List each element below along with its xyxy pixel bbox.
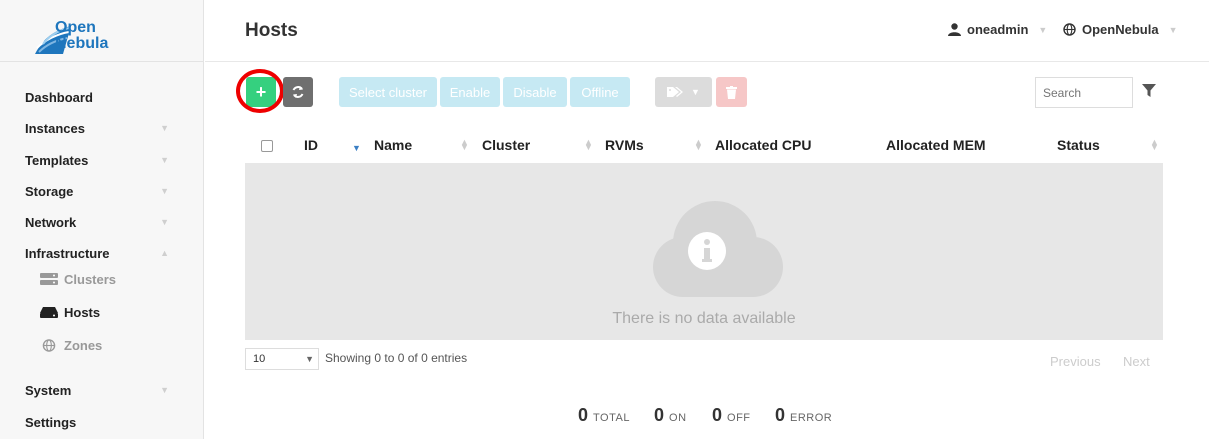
stat-value: 0 [654, 405, 665, 425]
stat-error: 0 ERROR [775, 405, 832, 426]
sort-icon: ▲ ▼ [584, 137, 593, 152]
column-header-name[interactable]: Name [374, 137, 412, 153]
sidebar-item-label: Settings [25, 415, 77, 430]
sidebar-item-templates[interactable]: Templates ▼ [25, 153, 175, 168]
select-cluster-button[interactable]: Select cluster [339, 77, 437, 107]
chevron-down-icon: ▼ [160, 217, 169, 227]
table-empty-state: There is no data available [245, 163, 1163, 340]
chevron-down-icon: ▼ [305, 354, 314, 364]
trash-icon [726, 85, 737, 99]
sidebar-item-hosts[interactable]: Hosts [40, 305, 100, 320]
user-menu[interactable]: oneadmin ▼ [948, 22, 1047, 37]
chevron-down-icon: ▼ [160, 123, 169, 133]
stat-label: ON [669, 412, 687, 424]
search-input[interactable] [1035, 77, 1133, 108]
page-length-select[interactable]: 10 ▼ [245, 348, 319, 370]
sidebar-item-label: Zones [64, 338, 103, 353]
stat-total: 0 TOTAL [578, 405, 630, 426]
offline-button[interactable]: Offline [570, 77, 630, 107]
refresh-icon [292, 86, 304, 98]
page-length-value: 10 [253, 353, 266, 365]
chevron-down-icon: ▼ [160, 155, 169, 165]
column-header-status[interactable]: Status [1057, 137, 1100, 153]
sidebar-item-label: Hosts [64, 305, 101, 320]
column-header-rvms[interactable]: RVMs [605, 137, 644, 153]
sidebar-item-label: Clusters [64, 272, 117, 287]
stat-value: 0 [578, 405, 589, 425]
brand-line-2: Nebula [55, 35, 109, 52]
sidebar-item-label: Infrastructure [25, 246, 110, 261]
sidebar-item-storage[interactable]: Storage ▼ [25, 184, 175, 199]
chevron-down-icon: ▼ [1038, 24, 1048, 35]
sidebar-item-instances[interactable]: Instances ▼ [25, 121, 175, 136]
hdd-icon [40, 307, 58, 318]
filter-icon[interactable] [1142, 84, 1156, 98]
stat-label: ERROR [790, 412, 833, 424]
stat-on: 0 ON [654, 405, 687, 426]
globe-icon [42, 339, 56, 352]
tags-icon [667, 87, 684, 97]
stat-label: OFF [727, 412, 751, 424]
table-info: Showing 0 to 0 of 0 entries [325, 351, 468, 365]
sidebar-item-label: Templates [25, 153, 89, 168]
server-icon [40, 273, 58, 285]
sidebar-item-label: System [25, 383, 72, 398]
chevron-up-icon: ▲ [160, 248, 169, 258]
sidebar-item-clusters[interactable]: Clusters [40, 272, 116, 287]
chevron-down-icon: ▼ [691, 87, 700, 97]
user-name: oneadmin [967, 22, 1029, 37]
sort-desc-icon: ▼ [352, 143, 361, 153]
enable-button[interactable]: Enable [440, 77, 500, 107]
chevron-down-icon: ▼ [160, 385, 169, 395]
sidebar-item-label: Instances [25, 121, 85, 136]
sidebar-item-label: Storage [25, 184, 74, 199]
empty-message: There is no data available [612, 310, 796, 327]
brand-line-1: Open [55, 19, 96, 36]
sidebar-item-system[interactable]: System ▼ [25, 383, 175, 398]
sort-icon: ▲ ▼ [460, 137, 469, 152]
sidebar-item-infrastructure[interactable]: Infrastructure ▲ [25, 246, 175, 261]
select-all-checkbox[interactable] [261, 140, 273, 152]
sidebar-item-label: Dashboard [25, 90, 93, 105]
disable-button[interactable]: Disable [503, 77, 567, 107]
globe-icon [1063, 23, 1076, 36]
page-title: Hosts [245, 20, 298, 41]
delete-button[interactable] [716, 77, 747, 107]
stat-off: 0 OFF [712, 405, 751, 426]
column-header-cluster[interactable]: Cluster [482, 137, 530, 153]
chevron-down-icon: ▼ [1168, 24, 1178, 35]
sidebar-item-label: Network [25, 215, 77, 230]
refresh-button[interactable] [283, 77, 313, 107]
zone-name: OpenNebula [1082, 22, 1159, 37]
column-header-id[interactable]: ID [304, 137, 318, 153]
stat-value: 0 [712, 405, 723, 425]
highlight-ring [236, 69, 284, 113]
sidebar-item-dashboard[interactable]: Dashboard [25, 90, 175, 105]
info-cloud-icon [653, 201, 783, 297]
next-page-button[interactable]: Next [1123, 354, 1150, 369]
column-header-allocated-cpu[interactable]: Allocated CPU [715, 137, 811, 153]
sidebar-item-settings[interactable]: Settings [25, 415, 175, 430]
brand-name: Open Nebula [55, 20, 108, 52]
zone-menu[interactable]: OpenNebula ▼ [1063, 22, 1178, 37]
column-header-allocated-mem[interactable]: Allocated MEM [886, 137, 986, 153]
stat-label: TOTAL [593, 412, 630, 424]
sidebar-item-zones[interactable]: Zones [40, 338, 102, 353]
user-icon [948, 23, 961, 36]
header-divider [205, 61, 1209, 62]
sidebar-item-network[interactable]: Network ▼ [25, 215, 175, 230]
stat-value: 0 [775, 405, 786, 425]
sort-icon: ▲ ▼ [1150, 137, 1159, 152]
sidebar-divider [0, 61, 204, 62]
sort-icon: ▲ ▼ [694, 137, 703, 152]
sidebar: Open Nebula Dashboard Instances ▼ Templa… [0, 0, 204, 439]
labels-dropdown-button[interactable]: ▼ [655, 77, 712, 107]
previous-page-button[interactable]: Previous [1050, 354, 1101, 369]
chevron-down-icon: ▼ [160, 186, 169, 196]
